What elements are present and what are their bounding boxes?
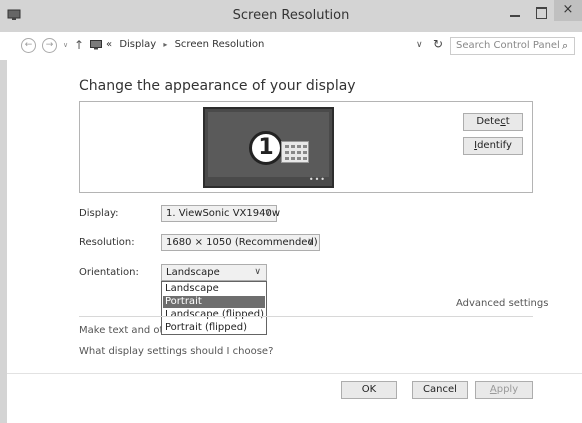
back-button[interactable]: ← (21, 38, 36, 53)
display-label: Display: (79, 208, 119, 219)
divider (79, 316, 533, 317)
breadcrumb: « Display ▸ Screen Resolution (106, 39, 264, 50)
orientation-dropdown-list: Landscape Portrait Landscape (flipped) P… (161, 281, 267, 335)
up-arrow-icon[interactable]: ↑ (74, 38, 84, 52)
resolution-select[interactable]: 1680 × 1050 (Recommended) ∨ (161, 234, 320, 251)
close-button[interactable]: × (554, 0, 582, 21)
window-left-border (0, 60, 7, 423)
monitor-taskbar-dots: ••• (308, 175, 326, 184)
orientation-option-landscape[interactable]: Landscape (163, 283, 265, 295)
address-dropdown-icon[interactable]: ∨ (416, 40, 423, 50)
orientation-option-portrait-flipped[interactable]: Portrait (flipped) (163, 322, 265, 334)
forward-button[interactable]: → (42, 38, 57, 53)
search-input[interactable]: Search Control Panel ⌕ (450, 37, 575, 55)
monitor-1-preview[interactable]: 1 ••• (203, 107, 334, 188)
monitor-number-badge: 1 (249, 131, 283, 165)
footer-divider (7, 373, 582, 374)
orientation-select[interactable]: Landscape ∨ (161, 264, 267, 281)
breadcrumb-screen-resolution[interactable]: Screen Resolution (175, 39, 265, 50)
refresh-icon[interactable]: ↻ (433, 37, 443, 51)
navigation-bar: ← → ∨ ↑ « Display ▸ Screen Resolution ∨ … (0, 32, 582, 60)
make-text-larger-link[interactable]: Make text and other (79, 325, 161, 336)
start-grid-icon (281, 141, 309, 163)
address-bar[interactable]: « Display ▸ Screen Resolution ∨ ↻ (88, 37, 445, 55)
breadcrumb-display[interactable]: Display (119, 39, 156, 50)
detect-label-a: Dete (476, 116, 501, 127)
breadcrumb-overflow[interactable]: « (106, 39, 112, 50)
monitor-preview-panel: 1 ••• Detect Identify (79, 101, 533, 193)
minimize-button[interactable] (502, 6, 528, 27)
chevron-down-icon: ∨ (307, 237, 314, 247)
maximize-button[interactable] (528, 6, 554, 27)
close-icon: × (562, 2, 574, 17)
detect-label-b: t (505, 116, 510, 127)
orientation-select-value: Landscape (166, 267, 220, 278)
cancel-button[interactable]: Cancel (412, 381, 468, 399)
apply-label: pply (496, 384, 519, 395)
resolution-label: Resolution: (79, 237, 135, 248)
apply-button[interactable]: Apply (475, 381, 533, 399)
orientation-option-landscape-flipped[interactable]: Landscape (flipped) (163, 309, 265, 321)
window-title: Screen Resolution (232, 8, 350, 23)
orientation-option-portrait[interactable]: Portrait (163, 296, 265, 308)
resolution-select-value: 1680 × 1050 (Recommended) (166, 237, 318, 248)
search-placeholder: Search Control Panel (456, 40, 560, 51)
display-settings-help-link[interactable]: What display settings should I choose? (79, 346, 273, 357)
detect-button[interactable]: Detect (463, 113, 523, 131)
search-icon[interactable]: ⌕ (562, 39, 568, 53)
chevron-down-icon: ∨ (264, 208, 271, 218)
page-title: Change the appearance of your display (79, 78, 356, 94)
advanced-settings-link[interactable]: Advanced settings (456, 298, 548, 309)
ok-button[interactable]: OK (341, 381, 397, 399)
orientation-label: Orientation: (79, 267, 139, 278)
display-select-value: 1. ViewSonic VX1940w (166, 208, 281, 219)
apply-label-key: A (489, 384, 497, 395)
control-panel-icon (90, 40, 102, 50)
identify-label: dentify (477, 140, 512, 151)
title-bar: Screen Resolution × (0, 0, 582, 32)
chevron-right-icon[interactable]: ▸ (163, 40, 167, 49)
display-select[interactable]: 1. ViewSonic VX1940w ∨ (161, 205, 281, 222)
recent-locations-dropdown-icon[interactable]: ∨ (63, 41, 68, 49)
chevron-down-icon: ∨ (254, 267, 261, 277)
identify-button[interactable]: Identify (463, 137, 523, 155)
